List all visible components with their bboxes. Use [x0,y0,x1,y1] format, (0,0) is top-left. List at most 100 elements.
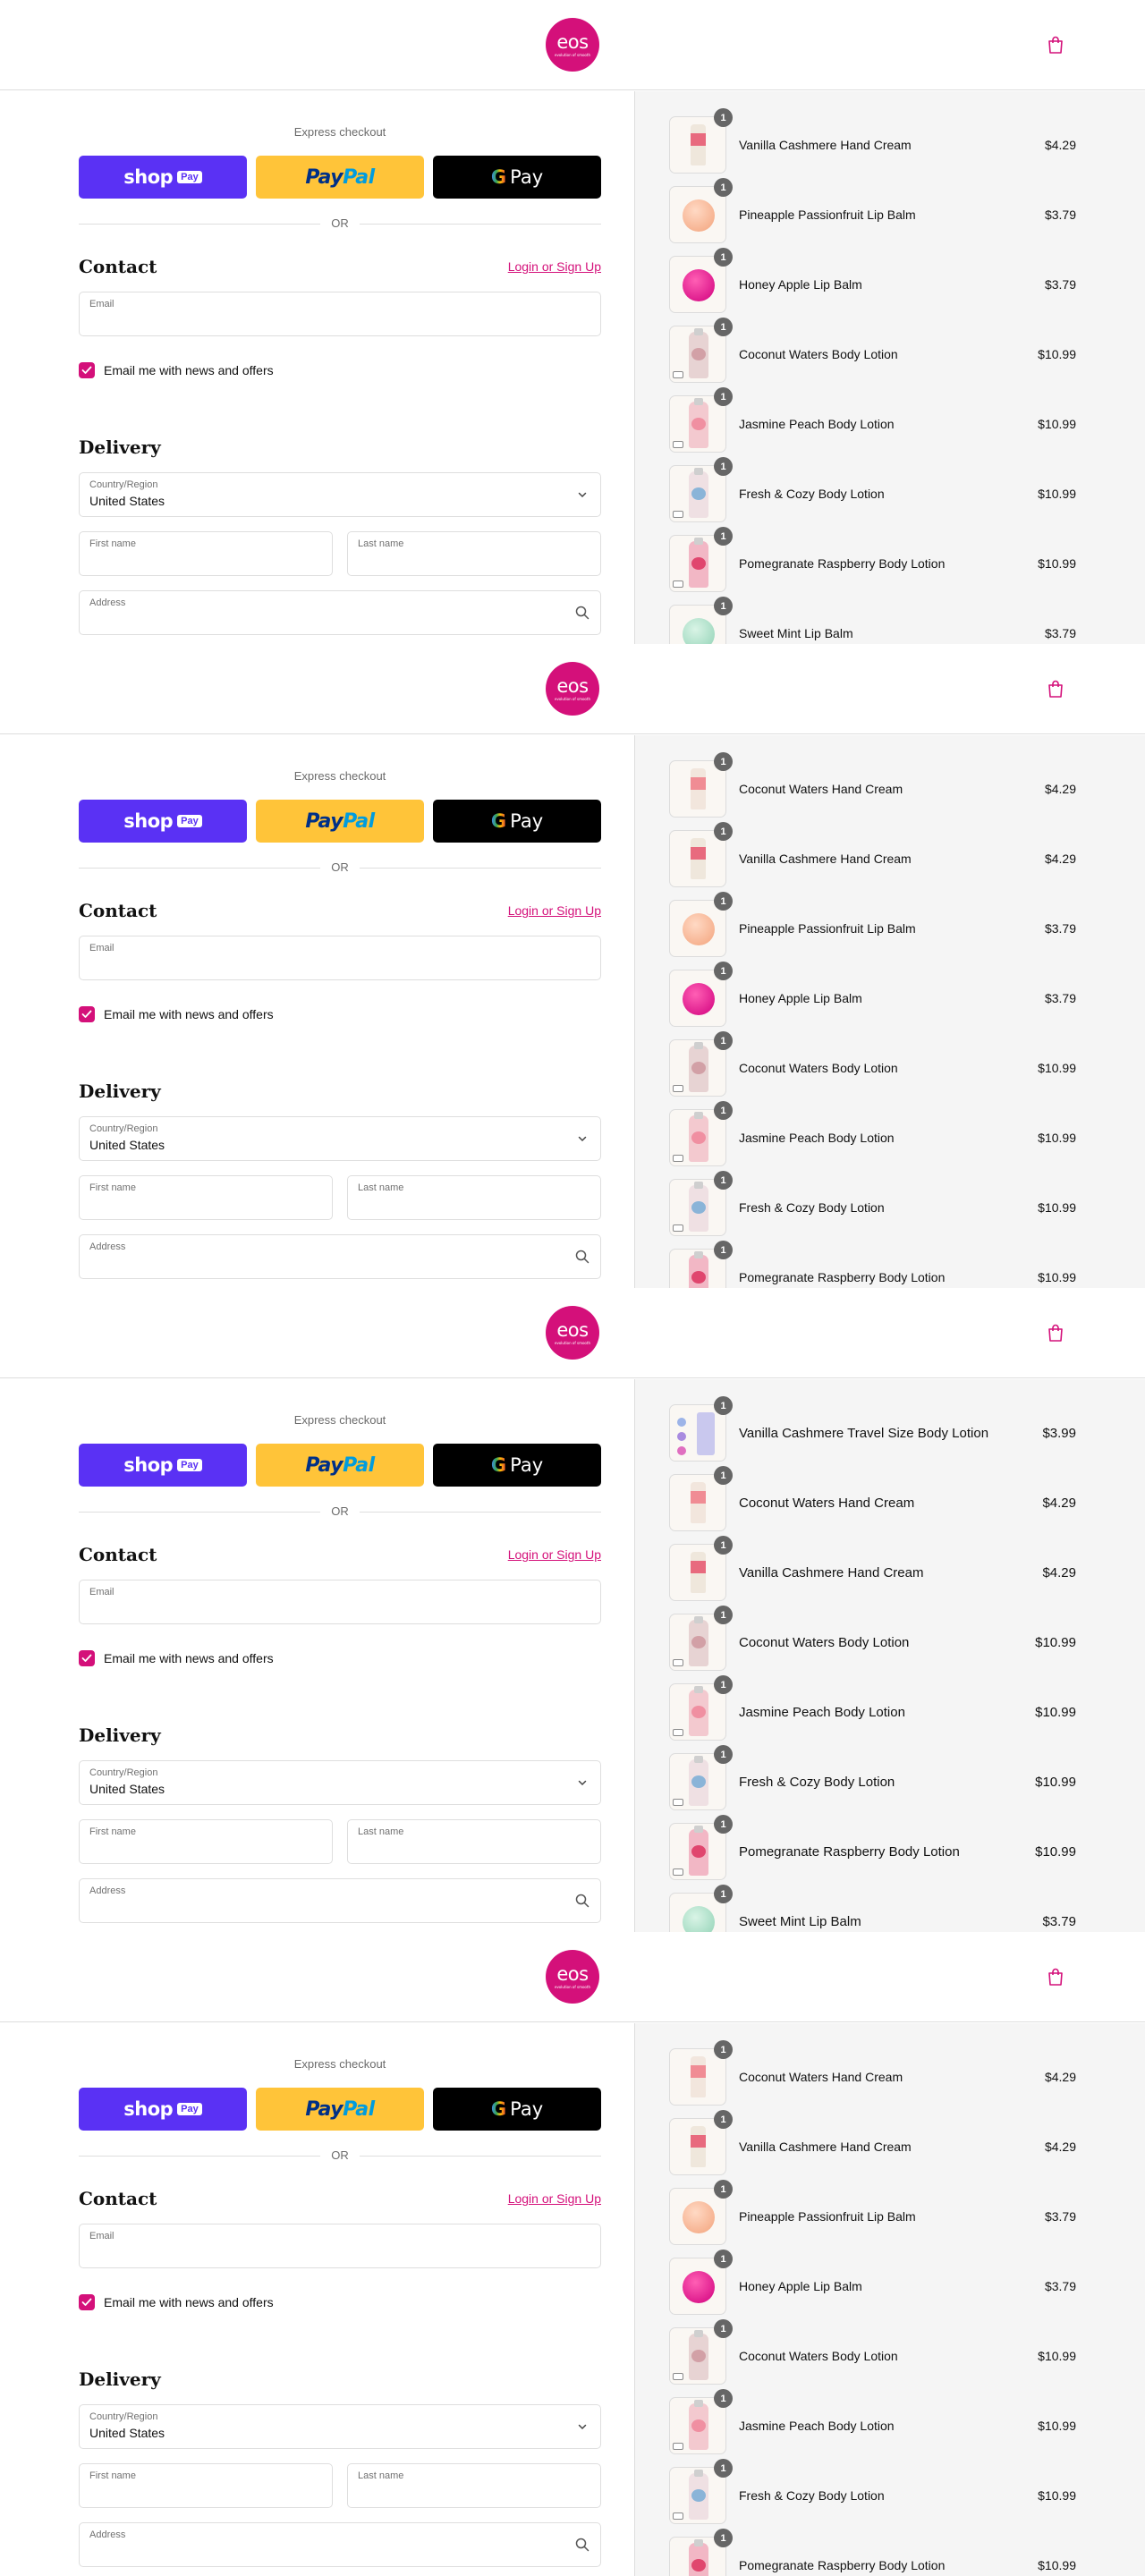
google-g-icon: G [490,166,507,188]
logo-wordmark: eos [556,30,589,53]
quantity-badge: 1 [714,1101,733,1120]
google-pay-label: Pay [510,1454,544,1476]
first-name-field[interactable]: First name [79,1819,333,1864]
last-name-field[interactable]: Last name [347,1819,601,1864]
country-value: United States [89,494,165,508]
first-name-field[interactable]: First name [79,1175,333,1220]
email-field[interactable]: Email [79,2224,601,2268]
product-name: Vanilla Cashmere Travel Size Body Lotion [739,1426,989,1441]
product-name: Jasmine Peach Body Lotion [739,417,895,431]
shop-pay-pill: Pay [177,171,202,183]
newsletter-option[interactable]: Email me with news and offers [79,1006,274,1022]
paypal-button[interactable]: PayPal [256,1444,424,1487]
divider-right [360,868,601,869]
address-field[interactable]: Address [79,1878,601,1923]
first-name-field[interactable]: First name [79,2463,333,2508]
google-pay-button[interactable]: G Pay [433,156,601,199]
country-label: Country/Region [89,2411,158,2422]
newsletter-checkbox[interactable] [79,1650,95,1666]
quantity-badge: 1 [714,527,733,546]
newsletter-option[interactable]: Email me with news and offers [79,1650,274,1666]
address-field[interactable]: Address [79,590,601,635]
newsletter-checkbox[interactable] [79,2294,95,2310]
login-signup-link[interactable]: Login or Sign Up [508,1547,601,1562]
email-field[interactable]: Email [79,1580,601,1624]
eos-logo[interactable]: eos evolution of smooth [546,18,599,72]
quantity-badge: 1 [714,1745,733,1764]
cart-button[interactable] [1045,1322,1066,1343]
order-item: 1 Coconut Waters Body Lotion $10.99 [669,318,1076,385]
shop-pay-button[interactable]: shop Pay [79,2088,247,2131]
shopping-bag-icon [1048,36,1063,54]
product-name: Pomegranate Raspberry Body Lotion [739,556,946,571]
paypal-logo: PayPal [305,166,375,189]
newsletter-checkbox[interactable] [79,362,95,378]
newsletter-checkbox[interactable] [79,1006,95,1022]
product-name: Coconut Waters Body Lotion [739,1635,910,1650]
eos-logo[interactable]: eos evolution of smooth [546,1950,599,2004]
newsletter-label: Email me with news and offers [104,363,274,377]
paypal-logo-pay: Pay [305,1453,344,1477]
divider-left [79,868,320,869]
country-label: Country/Region [89,1767,158,1778]
paypal-button[interactable]: PayPal [256,2088,424,2131]
express-checkout-label: Express checkout [293,125,386,139]
order-item: 1 Coconut Waters Hand Cream $4.29 [669,2040,1076,2107]
google-g-icon: G [490,810,507,832]
quantity-badge: 1 [714,108,733,127]
paypal-button[interactable]: PayPal [256,800,424,843]
eos-logo[interactable]: eos evolution of smooth [546,1306,599,1360]
google-g-icon: G [490,1454,507,1476]
country-select[interactable]: Country/Region United States [79,1116,601,1161]
email-field[interactable]: Email [79,292,601,336]
cart-button[interactable] [1045,678,1066,699]
newsletter-option[interactable]: Email me with news and offers [79,362,274,378]
last-name-label: Last name [358,538,404,549]
login-signup-link[interactable]: Login or Sign Up [508,2191,601,2206]
product-name: Pomegranate Raspberry Body Lotion [739,1270,946,1284]
country-select[interactable]: Country/Region United States [79,472,601,517]
login-signup-link[interactable]: Login or Sign Up [508,903,601,918]
last-name-field[interactable]: Last name [347,531,601,576]
country-select[interactable]: Country/Region United States [79,1760,601,1805]
checkout-form: Express checkout shop Pay PayPal G Pay O… [0,2023,634,2576]
shopping-bag-icon [1048,1324,1063,1342]
eos-logo[interactable]: eos evolution of smooth [546,662,599,716]
google-pay-button[interactable]: G Pay [433,1444,601,1487]
quantity-badge: 1 [714,1241,733,1259]
paypal-logo: PayPal [305,1453,375,1477]
login-signup-link[interactable]: Login or Sign Up [508,259,601,274]
paypal-button[interactable]: PayPal [256,156,424,199]
product-name: Fresh & Cozy Body Lotion [739,1775,895,1790]
last-name-label: Last name [358,2470,404,2481]
divider-right [360,2156,601,2157]
order-item: 1 Vanilla Cashmere Hand Cream $4.29 [669,822,1076,889]
search-icon [575,1894,589,1908]
first-name-field[interactable]: First name [79,531,333,576]
shop-pay-logo: shop [123,166,174,188]
last-name-field[interactable]: Last name [347,1175,601,1220]
cart-button[interactable] [1045,1966,1066,1987]
google-pay-button[interactable]: G Pay [433,800,601,843]
last-name-field[interactable]: Last name [347,2463,601,2508]
address-field[interactable]: Address [79,1234,601,1279]
email-field[interactable]: Email [79,936,601,980]
checkout-form: Express checkout shop Pay PayPal G Pay O… [0,735,634,1288]
google-pay-button[interactable]: G Pay [433,2088,601,2131]
shop-pay-button[interactable]: shop Pay [79,156,247,199]
order-item: 1 Honey Apple Lip Balm $3.79 [669,248,1076,315]
product-price: $10.99 [1038,1061,1076,1075]
order-item: 1 Vanilla Cashmere Hand Cream $4.29 [669,1536,1076,1603]
cart-button[interactable] [1045,34,1066,55]
shop-pay-button[interactable]: shop Pay [79,1444,247,1487]
product-price: $10.99 [1038,1131,1076,1145]
order-item: 1 Pomegranate Raspberry Body Lotion $10.99 [669,1241,1076,1288]
newsletter-option[interactable]: Email me with news and offers [79,2294,274,2310]
country-select[interactable]: Country/Region United States [79,2404,601,2449]
product-name: Vanilla Cashmere Hand Cream [739,852,912,866]
order-item: 1 Honey Apple Lip Balm $3.79 [669,962,1076,1029]
address-field[interactable]: Address [79,2522,601,2567]
order-item: 1 Pomegranate Raspberry Body Lotion $10.99 [669,2529,1076,2576]
shop-pay-button[interactable]: shop Pay [79,800,247,843]
product-price: $10.99 [1038,487,1076,501]
